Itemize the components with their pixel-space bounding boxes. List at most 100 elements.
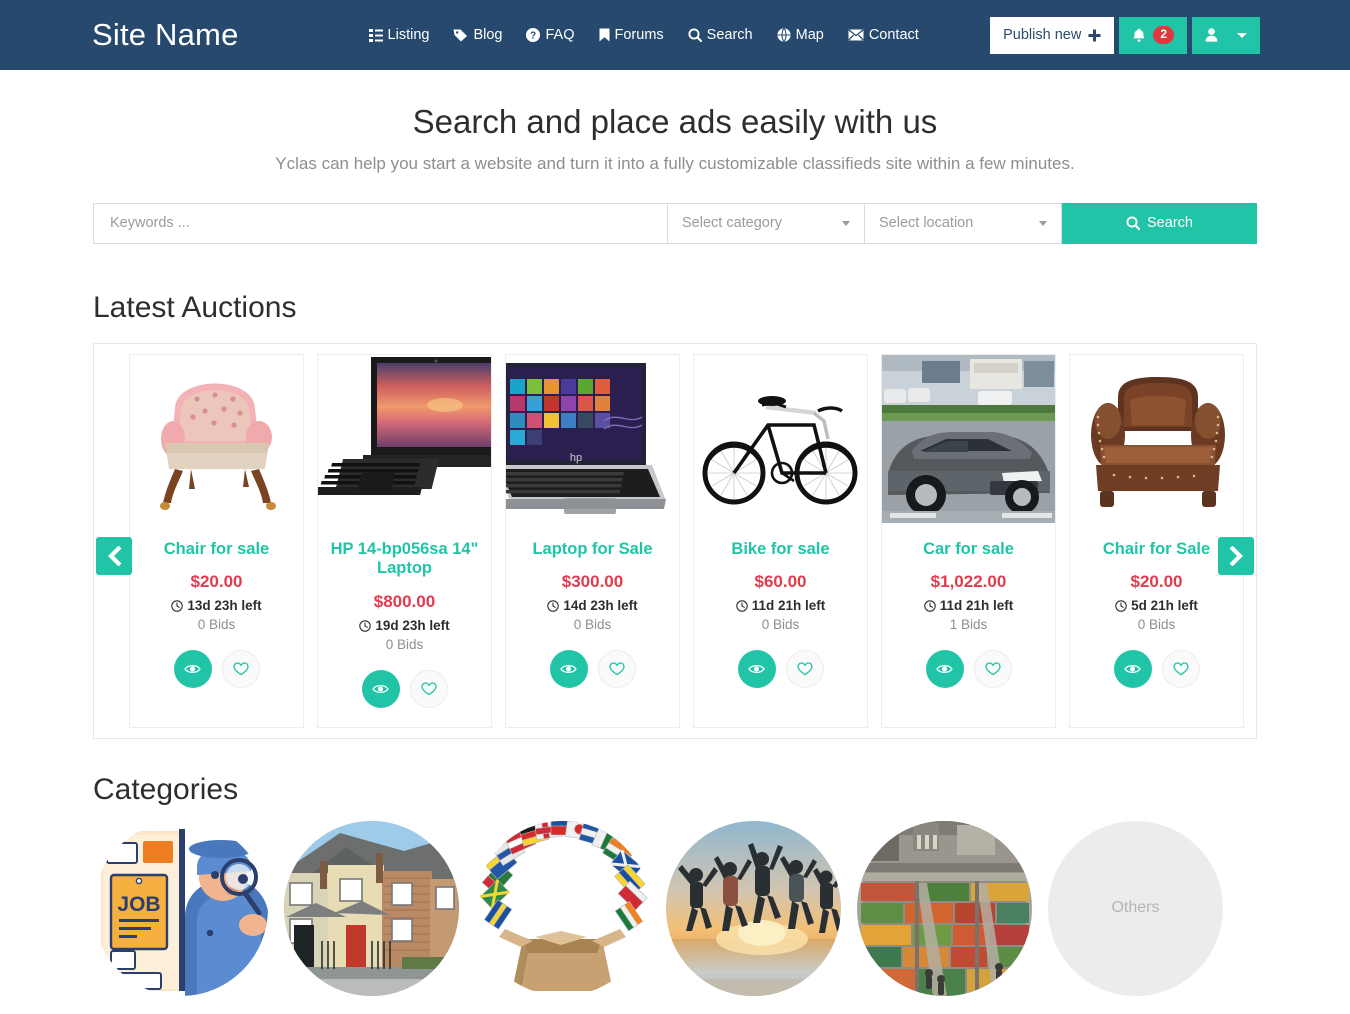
- auction-image-brown-leather-armchair: [1070, 354, 1243, 523]
- favorite-button[interactable]: [785, 650, 824, 689]
- clock-icon: [1115, 600, 1127, 612]
- nav-item-forums[interactable]: Forums: [599, 27, 664, 43]
- nav-item-blog-label: Blog: [473, 27, 503, 43]
- auction-time-left: 5d 21h left: [1070, 598, 1243, 613]
- nav-item-search[interactable]: Search: [688, 27, 753, 43]
- clock-icon: [923, 600, 936, 612]
- auction-card[interactable]: hp Laptop for Sale $300.00 14d 23h left …: [505, 353, 680, 728]
- category-item-languages[interactable]: Languages (0): [475, 820, 650, 1014]
- chevron-left-icon: [107, 545, 121, 566]
- search-icon: [688, 28, 702, 42]
- caret-down-icon: [1237, 32, 1247, 38]
- category-item-jobs[interactable]: JOB: [93, 820, 268, 1014]
- main-nav: Listing Blog ? FAQ Forums Search Map Con…: [368, 27, 919, 43]
- envelope-icon: [848, 29, 864, 41]
- view-button[interactable]: [1113, 650, 1152, 689]
- clock-icon: [547, 600, 560, 612]
- eye-icon: [1124, 663, 1141, 675]
- category-item-market[interactable]: Market (7): [857, 820, 1032, 1014]
- auction-time-label: 11d 21h left: [751, 598, 826, 614]
- user-menu-button[interactable]: [1192, 16, 1260, 54]
- nav-item-blog[interactable]: Blog: [453, 27, 502, 43]
- auction-card[interactable]: Bike for sale $60.00 11d 21h left 0 Bids: [693, 353, 868, 728]
- auction-actions: [318, 670, 491, 709]
- auction-actions: [130, 650, 303, 689]
- heart-icon: [608, 662, 625, 676]
- location-select[interactable]: Select location: [865, 203, 1062, 243]
- carousel-next-button[interactable]: [1218, 536, 1254, 575]
- search-icon: [1126, 216, 1141, 231]
- category-select-label: Select category: [682, 215, 782, 232]
- nav-item-listing[interactable]: Listing: [368, 27, 429, 43]
- publish-new-button[interactable]: Publish new: [990, 16, 1115, 54]
- auction-title[interactable]: Laptop for Sale: [506, 523, 679, 560]
- page-title: Search and place ads easily with us: [412, 103, 938, 140]
- auction-title[interactable]: HP 14-bp056sa 14" Laptop: [318, 523, 491, 580]
- category-item-others[interactable]: Others Others (0): [1048, 820, 1223, 1014]
- view-button[interactable]: [925, 650, 964, 689]
- auction-price: $1,022.00: [930, 572, 1007, 592]
- list-icon: [368, 28, 383, 42]
- tag-icon: [453, 28, 468, 42]
- auction-bids: 1 Bids: [949, 617, 988, 633]
- auction-title[interactable]: Bike for sale: [694, 523, 867, 560]
- nav-item-faq[interactable]: ? FAQ: [526, 27, 575, 43]
- nav-item-map[interactable]: Map: [777, 27, 824, 43]
- eye-icon: [372, 683, 389, 695]
- clock-icon: [359, 619, 372, 632]
- nav-item-search-label: Search: [706, 27, 753, 43]
- heart-icon: [796, 662, 813, 676]
- view-button[interactable]: [173, 650, 212, 689]
- favorite-button[interactable]: [221, 650, 260, 689]
- auction-image-hp-laptop-windows: hp: [506, 354, 679, 523]
- carousel-track: Chair for sale $20.00 13d 23h left 0 Bid…: [129, 353, 1244, 728]
- category-select[interactable]: Select category: [668, 203, 865, 243]
- category-item-housing[interactable]: Housing (0): [284, 820, 459, 1014]
- svg-text:?: ?: [530, 31, 536, 42]
- auction-card[interactable]: Chair for sale $20.00 13d 23h left 0 Bid…: [129, 353, 304, 728]
- navbar-actions: Publish new 2: [990, 16, 1260, 54]
- view-button[interactable]: [549, 650, 588, 689]
- auction-time-label: 14d 23h left: [563, 598, 638, 614]
- auction-card[interactable]: Car for sale $1,022.00 11d 21h left 1 Bi…: [881, 353, 1056, 728]
- eye-icon: [184, 663, 201, 675]
- clock-icon: [171, 600, 184, 612]
- search-keywords-input[interactable]: [94, 203, 668, 243]
- auction-title[interactable]: Chair for sale: [130, 523, 303, 560]
- search-submit-button[interactable]: Search: [1062, 202, 1257, 244]
- nav-item-faq-label: FAQ: [545, 27, 575, 43]
- category-item-friendship[interactable]: Friendship (0): [666, 820, 841, 1014]
- view-button[interactable]: [737, 650, 776, 689]
- nav-item-contact[interactable]: Contact: [848, 27, 919, 43]
- favorite-button[interactable]: [409, 670, 448, 709]
- auction-card[interactable]: HP 14-bp056sa 14" Laptop $800.00 19d 23h…: [317, 353, 492, 728]
- eye-icon: [560, 663, 577, 675]
- favorite-button[interactable]: [973, 650, 1012, 689]
- search-submit-label: Search: [1147, 215, 1193, 232]
- auction-actions: [506, 650, 679, 689]
- auction-actions: [1070, 650, 1243, 689]
- favorite-button[interactable]: [1161, 650, 1200, 689]
- auction-image-road-bicycle: [694, 354, 867, 523]
- auction-bids: 0 Bids: [761, 617, 800, 633]
- auction-image-black-laptop-sunset: [318, 354, 491, 523]
- carousel-prev-button[interactable]: [96, 536, 132, 575]
- auction-bids: 0 Bids: [197, 617, 236, 633]
- auction-time-label: 5d 21h left: [1131, 598, 1198, 614]
- favorite-button[interactable]: [597, 650, 636, 689]
- heart-icon: [984, 662, 1001, 676]
- category-image-flags-box: [475, 820, 650, 996]
- auction-time-left: 14d 23h left: [506, 598, 679, 613]
- auction-time-left: 11d 21h left: [694, 598, 867, 613]
- auction-price: $800.00: [373, 592, 436, 612]
- svg-text:hp: hp: [570, 452, 582, 464]
- auction-title[interactable]: Car for sale: [882, 523, 1055, 560]
- notifications-button[interactable]: 2: [1119, 16, 1187, 54]
- view-button[interactable]: [361, 670, 400, 709]
- bookmark-icon: [599, 28, 610, 42]
- globe-icon: [777, 28, 791, 42]
- auction-bids: 0 Bids: [1137, 617, 1176, 633]
- site-brand[interactable]: Site Name: [92, 17, 239, 53]
- auction-actions: [694, 650, 867, 689]
- notification-count-badge: 2: [1153, 26, 1174, 44]
